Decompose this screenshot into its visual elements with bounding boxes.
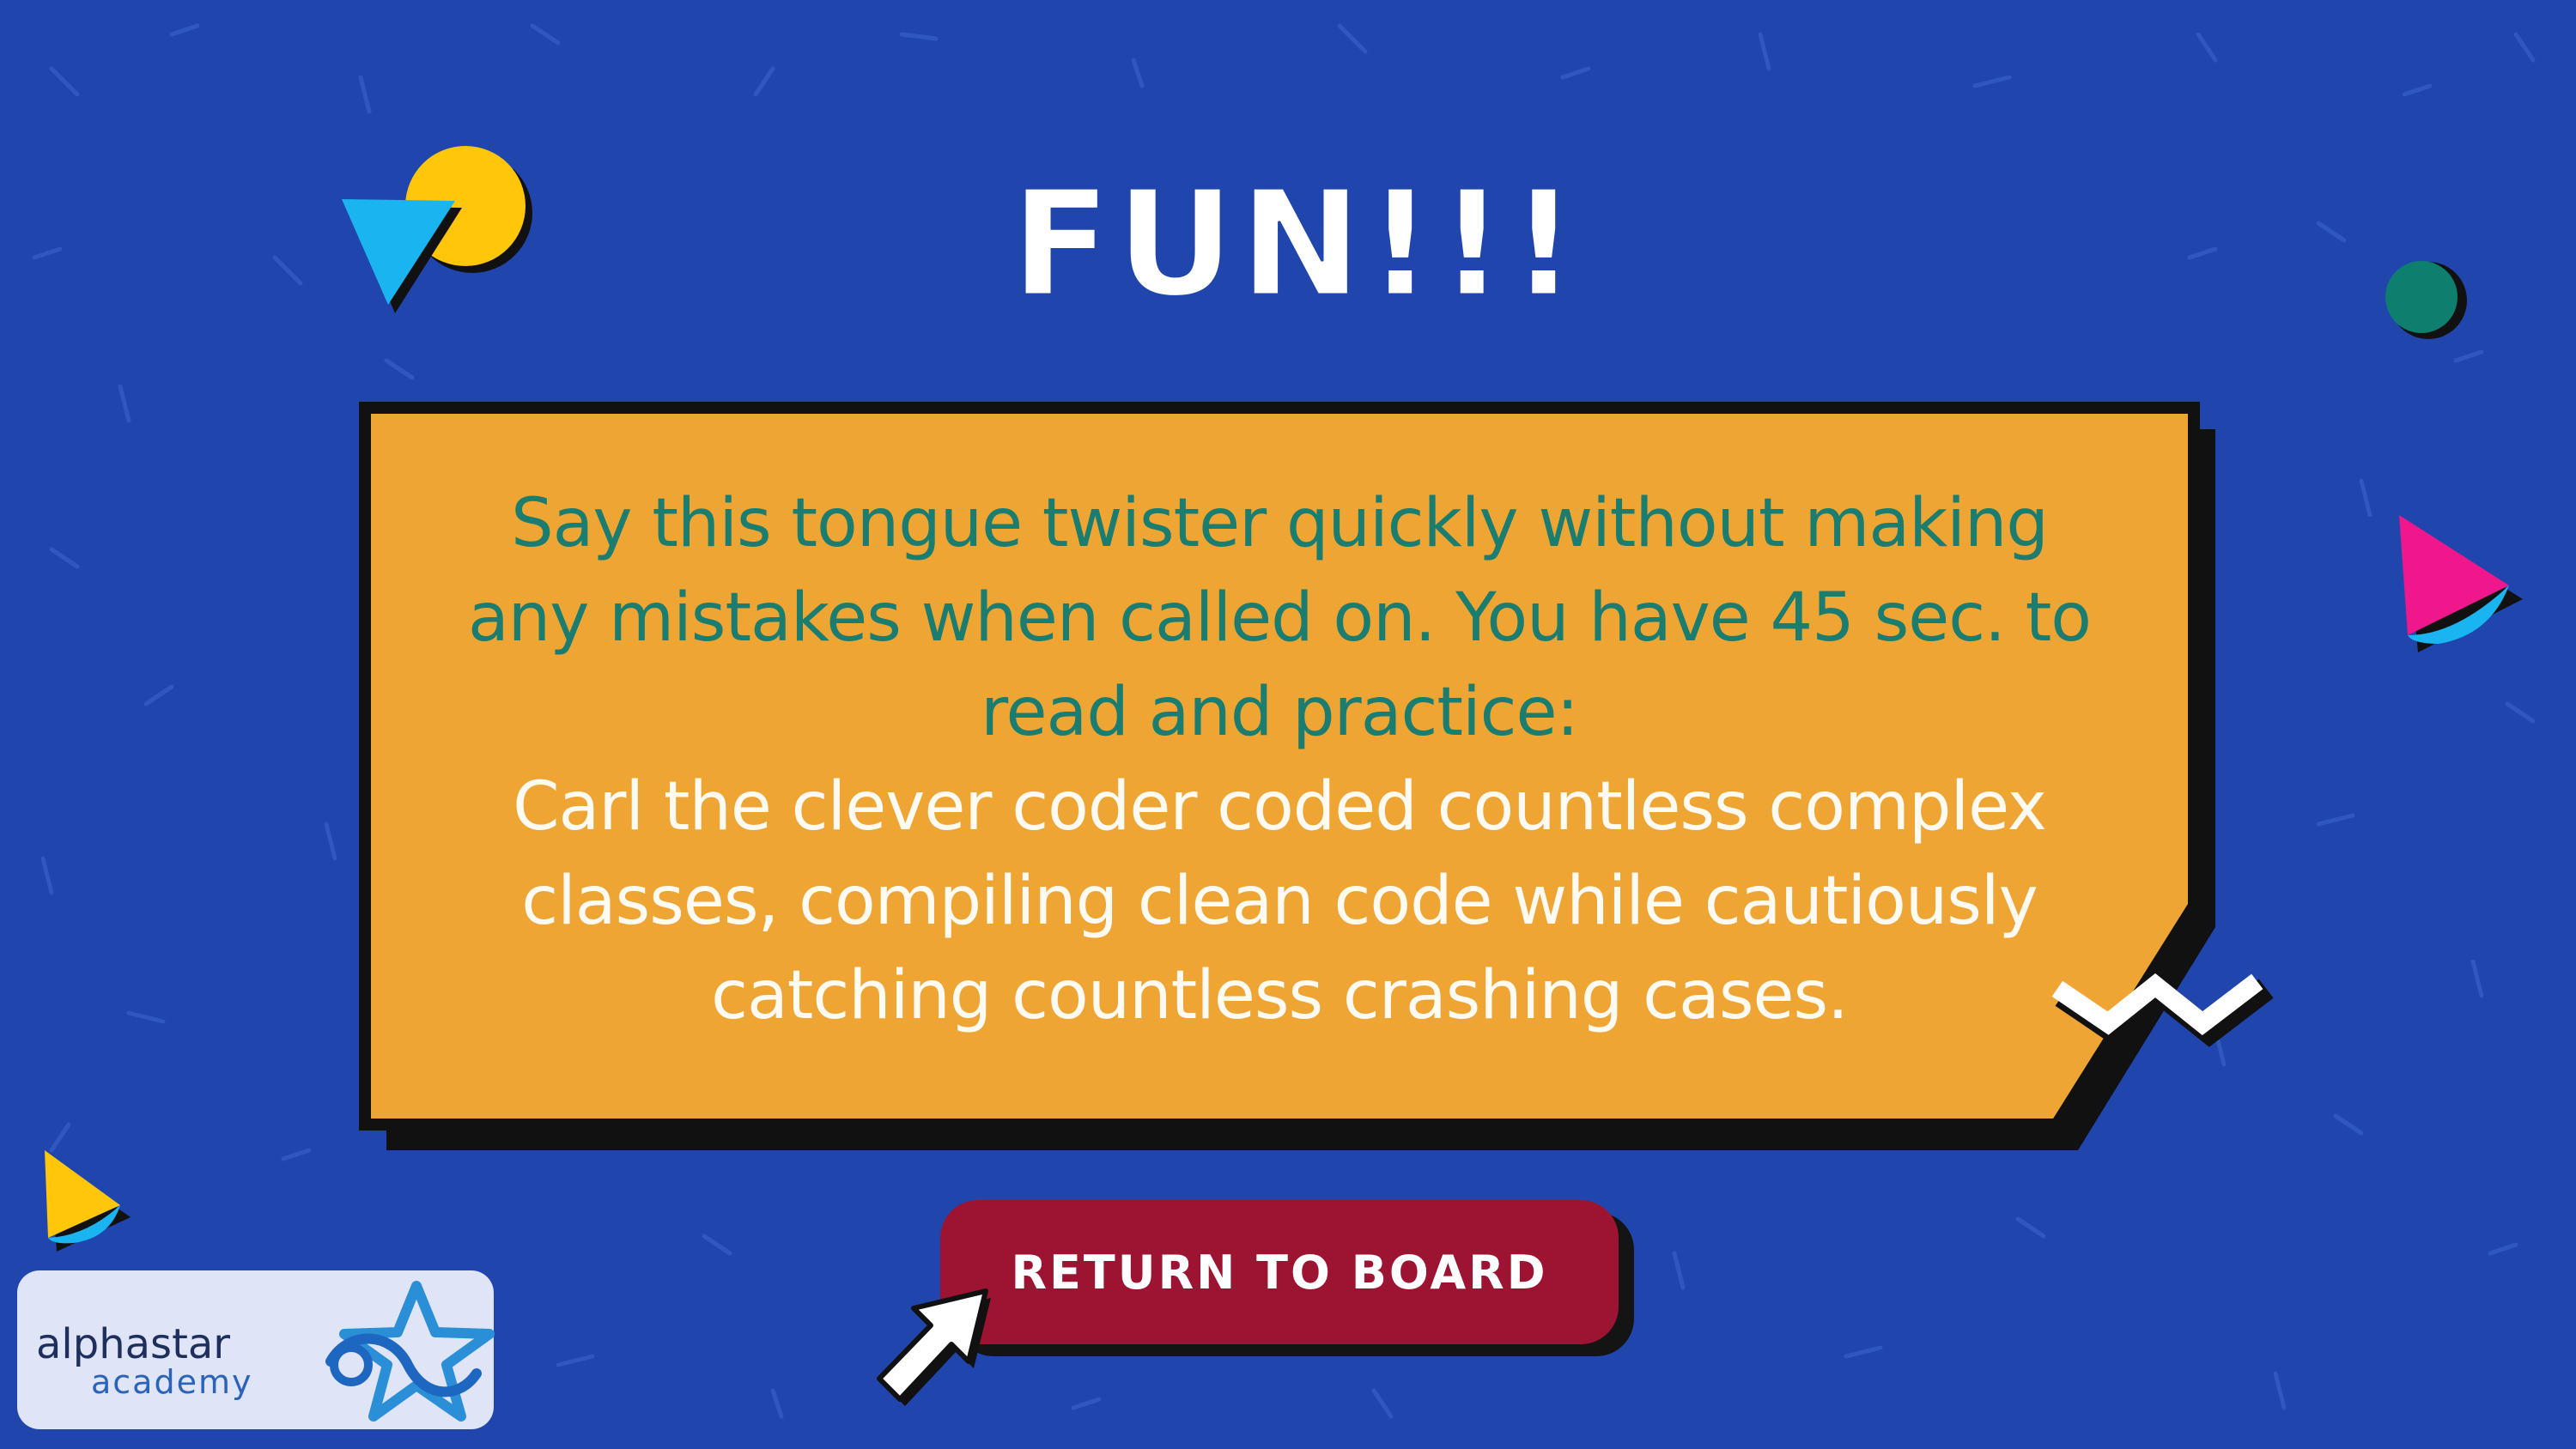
logo-subtitle: academy (91, 1363, 253, 1401)
instruction-line: any mistakes when called on. You have 45… (467, 579, 2092, 657)
tongue-twister-line: classes, compiling clean code while caut… (521, 863, 2038, 940)
instruction-line: Say this tongue twister quickly without … (511, 485, 2049, 562)
cursor-arrow-icon (877, 1288, 991, 1406)
teal-circle-decoration (2385, 261, 2467, 339)
card-text: Say this tongue twister quickly without … (412, 476, 2147, 1043)
return-to-board-label: RETURN TO BOARD (1011, 1245, 1548, 1300)
tongue-twister-line: catching countless crashing cases. (711, 957, 1849, 1034)
return-to-board-button[interactable]: RETURN TO BOARD (940, 1200, 1634, 1356)
yellow-circle-triangle-decoration (342, 146, 532, 313)
instruction-line: read and practice: (981, 674, 1579, 751)
pink-cone-decoration (2399, 515, 2523, 652)
slide-title-text: FUN!!! (1011, 167, 1582, 313)
slide-title: FUN!!! (1005, 167, 1589, 313)
alphastar-academy-logo: alphastar academy (17, 1270, 495, 1429)
yellow-cone-decoration (45, 1150, 131, 1252)
alphastar-star-icon (325, 1281, 495, 1422)
tongue-twister-line: Carl the clever coder coded countless co… (513, 768, 2047, 846)
logo-name: alphastar (36, 1320, 231, 1368)
